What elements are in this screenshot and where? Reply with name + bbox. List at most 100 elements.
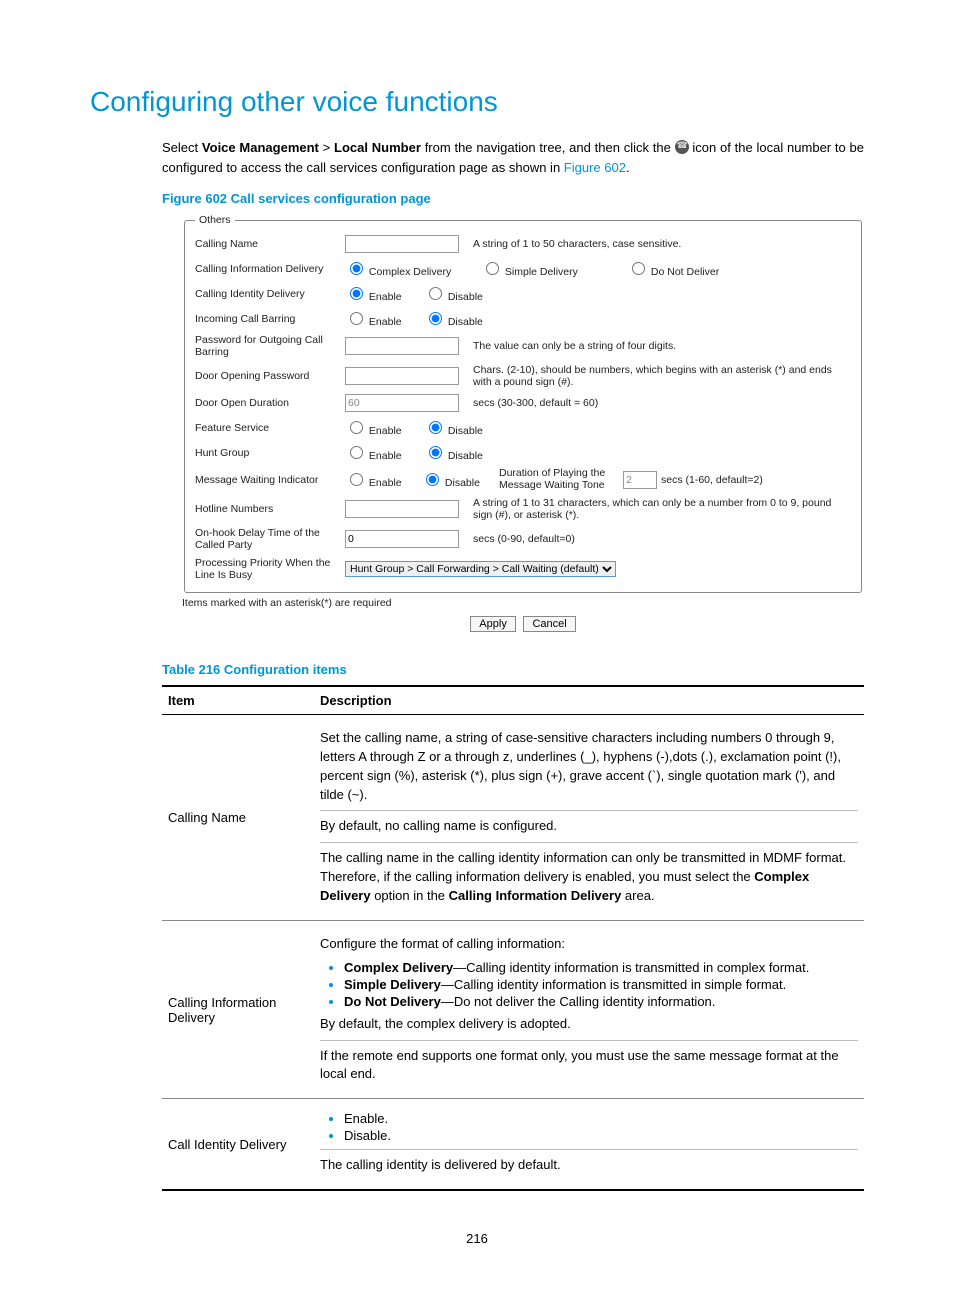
text: By default, the complex delivery is adop… — [320, 1015, 858, 1034]
text: The calling identity is delivered by def… — [320, 1156, 858, 1175]
radio-label: Complex Delivery — [369, 266, 451, 278]
mwi-duration-label: Duration of Playing the Message Waiting … — [499, 468, 623, 491]
radio-complex-delivery[interactable]: Complex Delivery — [345, 259, 465, 278]
page-title: Configuring other voice functions — [90, 86, 864, 118]
row-calling-identity-delivery: Calling Identity Delivery Enable Disable — [195, 281, 851, 306]
button-row: Apply Cancel — [182, 615, 864, 632]
apply-button[interactable]: Apply — [470, 616, 516, 632]
text: . — [626, 160, 630, 175]
figure-link[interactable]: Figure 602 — [564, 160, 626, 175]
globe-icon — [675, 140, 689, 154]
label: Incoming Call Barring — [195, 313, 345, 325]
hint: Chars. (2-10), should be numbers, which … — [459, 364, 851, 388]
list-item: Enable. — [344, 1111, 858, 1126]
onhook-delay-input[interactable] — [345, 530, 459, 548]
radio-label: Disable — [448, 450, 483, 462]
cell-desc: Set the calling name, a string of case-s… — [314, 715, 864, 921]
radio-label: Enable — [369, 450, 402, 462]
label: Calling Name — [195, 238, 345, 250]
radio-enable[interactable]: Enable — [345, 284, 405, 303]
bullet-list: Complex Delivery—Calling identity inform… — [320, 960, 858, 1009]
hint: A string of 1 to 31 characters, which ca… — [459, 497, 851, 521]
radio-disable[interactable]: Disable — [424, 450, 483, 462]
cell-item: Calling Information Delivery — [162, 920, 314, 1098]
radio-disable[interactable]: Disable — [424, 425, 483, 437]
outgoing-barring-password-input[interactable] — [345, 337, 459, 355]
table-caption: Table 216 Configuration items — [162, 662, 864, 677]
label: Door Open Duration — [195, 397, 345, 409]
radio-label: Enable — [369, 316, 402, 328]
cell-item: Call Identity Delivery — [162, 1099, 314, 1190]
radio-label: Enable — [369, 291, 402, 303]
list-item: Disable. — [344, 1128, 858, 1143]
priority-select[interactable]: Hunt Group > Call Forwarding > Call Wait… — [345, 561, 616, 577]
bold: Simple Delivery — [344, 977, 441, 992]
row-onhook-delay: On-hook Delay Time of the Called Party s… — [195, 524, 851, 554]
door-duration-input[interactable] — [345, 394, 459, 412]
bold: Calling Information Delivery — [449, 888, 622, 903]
label: On-hook Delay Time of the Called Party — [195, 527, 345, 551]
radio-enable[interactable]: Enable — [345, 470, 405, 489]
th-desc: Description — [314, 686, 864, 715]
hotline-input[interactable] — [345, 500, 459, 518]
text: option in the — [371, 888, 449, 903]
radio-label: Disable — [448, 316, 483, 328]
cancel-button[interactable]: Cancel — [523, 616, 575, 632]
text: The calling name in the calling identity… — [320, 849, 858, 906]
bold-voice-mgmt: Voice Management — [202, 140, 319, 155]
list-item: Do Not Delivery—Do not deliver the Calli… — [344, 994, 858, 1009]
radio-disable[interactable]: Disable — [424, 316, 483, 328]
calling-name-input[interactable] — [345, 235, 459, 253]
screenshot-panel: Others Calling Name A string of 1 to 50 … — [182, 214, 864, 593]
radio-label: Disable — [448, 425, 483, 437]
radio-simple-delivery[interactable]: Simple Delivery — [481, 259, 611, 278]
row-door-open-duration: Door Open Duration secs (30-300, default… — [195, 391, 851, 415]
radio-label: Do Not Deliver — [651, 266, 719, 278]
radio-label: Enable — [369, 477, 402, 489]
text: If the remote end supports one format on… — [320, 1047, 858, 1085]
row-incoming-call-barring: Incoming Call Barring Enable Disable — [195, 306, 851, 331]
row-mwi: Message Waiting Indicator Enable Disable… — [195, 465, 851, 494]
radio-enable[interactable]: Enable — [345, 309, 405, 328]
text: —Do not deliver the Calling identity inf… — [441, 994, 716, 1009]
radio-enable[interactable]: Enable — [345, 443, 405, 462]
table-row: Call Identity Delivery Enable. Disable. … — [162, 1099, 864, 1190]
row-hunt-group: Hunt Group Enable Disable — [195, 440, 851, 465]
others-fieldset: Others Calling Name A string of 1 to 50 … — [184, 214, 862, 593]
label: Door Opening Password — [195, 370, 345, 382]
door-password-input[interactable] — [345, 367, 459, 385]
text: Set the calling name, a string of case-s… — [320, 729, 858, 804]
label: Hunt Group — [195, 447, 345, 459]
row-hotline: Hotline Numbers A string of 1 to 31 char… — [195, 494, 851, 524]
radio-disable[interactable]: Disable — [421, 470, 483, 489]
fieldset-legend: Others — [195, 214, 235, 226]
bold: Do Not Delivery — [344, 994, 441, 1009]
row-door-opening-password: Door Opening Password Chars. (2-10), sho… — [195, 361, 851, 391]
text: —Calling identity information is transmi… — [453, 960, 809, 975]
mwi-duration-input[interactable] — [623, 471, 657, 489]
label: Hotline Numbers — [195, 503, 345, 515]
text: from the navigation tree, and then click… — [421, 140, 675, 155]
list-item: Simple Delivery—Calling identity informa… — [344, 977, 858, 992]
radio-label: Enable — [369, 425, 402, 437]
hint: secs (1-60, default=2) — [661, 474, 763, 486]
cell-desc: Configure the format of calling informat… — [314, 920, 864, 1098]
row-password-outgoing-barring: Password for Outgoing Call Barring The v… — [195, 331, 851, 361]
row-processing-priority: Processing Priority When the Line Is Bus… — [195, 554, 851, 584]
label: Calling Identity Delivery — [195, 288, 345, 300]
radio-disable[interactable]: Disable — [424, 291, 483, 303]
hint: A string of 1 to 50 characters, case sen… — [459, 238, 851, 250]
radio-enable[interactable]: Enable — [345, 418, 405, 437]
table-row: Calling Information Delivery Configure t… — [162, 920, 864, 1098]
radio-label: Simple Delivery — [505, 266, 578, 278]
label: Calling Information Delivery — [195, 263, 345, 275]
bullet-list: Enable. Disable. — [320, 1111, 858, 1143]
required-note: Items marked with an asterisk(*) are req… — [182, 597, 864, 609]
radio-label: Disable — [445, 477, 480, 489]
text: Select — [162, 140, 202, 155]
radio-do-not-deliver[interactable]: Do Not Deliver — [627, 259, 719, 278]
label: Processing Priority When the Line Is Bus… — [195, 557, 345, 581]
label: Feature Service — [195, 422, 345, 434]
bold-local-number: Local Number — [334, 140, 421, 155]
intro-paragraph: Select Voice Management > Local Number f… — [162, 138, 864, 177]
